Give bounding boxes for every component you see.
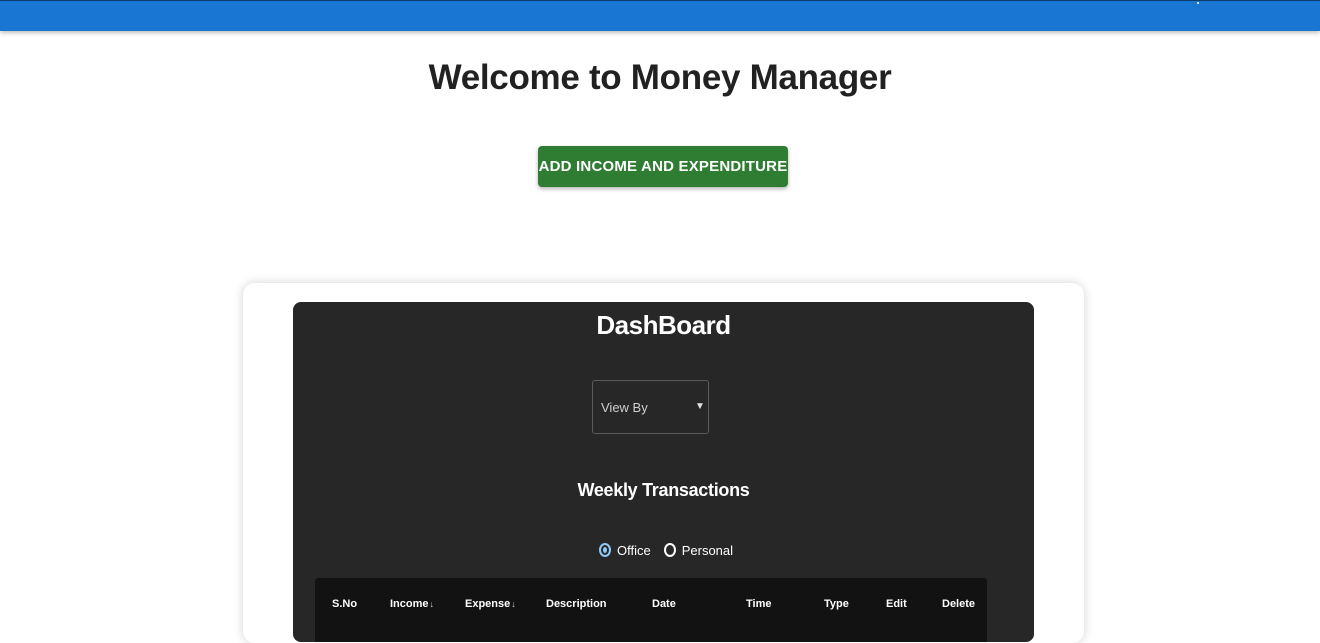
page-title: Welcome to Money Manager <box>428 58 892 97</box>
sort-arrow-icon[interactable]: ↓ <box>511 599 516 609</box>
dashboard-panel: DashBoard View By ▼ Weekly Transactions … <box>293 302 1034 642</box>
column-header-income[interactable]: Income↓ <box>390 598 434 610</box>
weekly-transactions-heading: Weekly Transactions <box>577 480 750 500</box>
radio-office-label: Office <box>617 542 651 558</box>
radio-checked-icon <box>599 543 611 557</box>
view-by-select[interactable]: View By ▼ <box>592 380 709 434</box>
radio-office[interactable]: Office <box>599 543 651 558</box>
column-header-sno: S.No <box>332 598 358 610</box>
radio-personal-label: Personal <box>681 542 734 558</box>
view-by-label: View By <box>601 400 648 415</box>
column-header-delete: Delete <box>942 598 976 610</box>
transaction-type-radio-group: Office Personal <box>599 540 746 560</box>
column-header-description: Description <box>546 598 607 610</box>
dropdown-caret-icon: ▼ <box>695 401 705 412</box>
radio-unchecked-icon <box>663 543 676 557</box>
column-header-expense[interactable]: Expense↓ <box>465 598 516 610</box>
column-header-type: Type <box>824 598 849 610</box>
dashboard-title: DashBoard <box>596 310 731 340</box>
column-header-time: Time <box>746 598 772 610</box>
radio-personal[interactable]: Personal <box>663 542 734 558</box>
add-income-expenditure-button[interactable]: ADD INCOME AND EXPENDITURE <box>538 146 788 187</box>
column-header-edit: Edit <box>886 598 907 610</box>
app-bar-dot <box>1197 2 1199 4</box>
app-bar <box>0 0 1320 31</box>
sort-arrow-icon[interactable]: ↓ <box>430 599 435 609</box>
transactions-table-header: S.No Income↓ Expense↓ Description Date T… <box>315 578 987 642</box>
column-header-date: Date <box>652 598 676 610</box>
